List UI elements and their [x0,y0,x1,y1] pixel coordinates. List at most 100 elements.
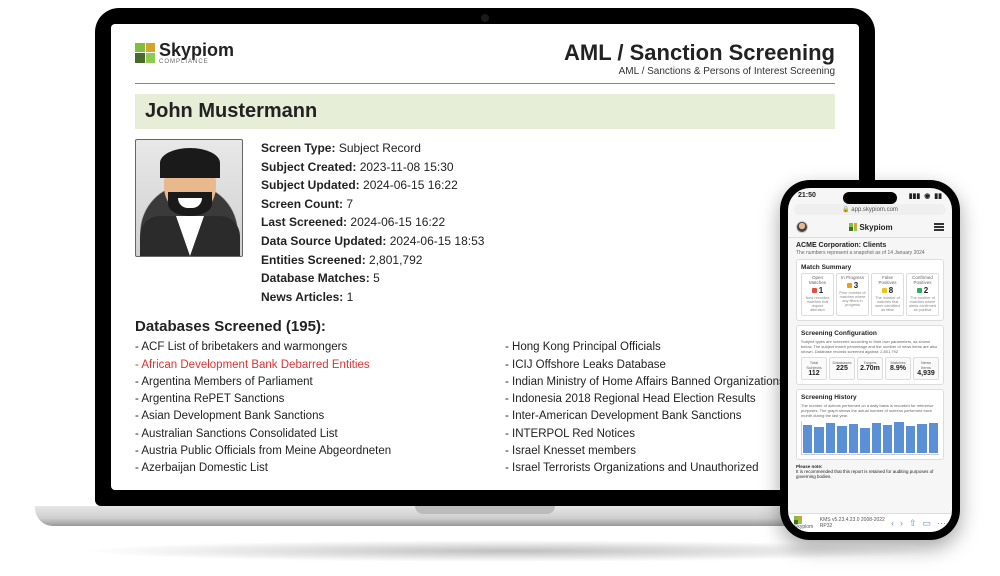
phone-content: ACME Corporation: Clients The numbers re… [788,238,952,483]
share-icon[interactable]: ⇧ [909,518,917,529]
match-desc: Prior number of matches where any filter… [839,291,866,308]
history-bar [860,428,869,453]
meta-value: 2024-06-15 16:22 [363,178,458,192]
meta-value: 2023-11-08 15:30 [360,160,454,174]
page-title: ACME Corporation: Clients [796,242,944,249]
config-stat: Total Subjects112 [801,357,827,380]
footer-meta: KMS v5.23.4.23.0 2008-2022 RP32 [820,517,891,529]
status-dot-icon [882,288,887,293]
meta-value: 5 [373,271,380,285]
meta-value: 1 [347,290,354,304]
match-stat[interactable]: Confirmed Positives2The number of matche… [906,273,939,316]
laptop-camera [481,14,489,22]
status-dot-icon [847,283,852,288]
history-bar [917,424,926,453]
status-dot-icon [917,288,922,293]
browser-nav: ‹ › ⇧ ▭ ⋯ [891,518,946,529]
card-subtitle: Subject types are screened according to … [801,339,939,354]
battery-icon: ▮▮ [934,193,942,200]
history-bar [894,422,903,453]
history-bar [837,426,846,453]
phone-status-icons: ▮▮▮ ◉ ▮▮ [907,192,942,200]
config-value: 112 [804,370,824,377]
card-subtitle: The number of actions performed on a dai… [801,403,939,418]
meta-value: 2024-06-15 18:53 [390,234,485,248]
meta-label: Screen Count: [261,197,343,211]
screening-history-card: Screening History The number of actions … [796,389,944,460]
match-desc: The number of matches that were identifi… [874,296,901,313]
config-stat: Targets2.70m [857,357,883,380]
subject-photo [135,139,243,257]
phone-url-text: app.skypiom.com [851,207,898,213]
user-avatar[interactable] [796,221,808,233]
config-stat: News Items4,939 [913,357,939,380]
database-item: - Asian Development Bank Sanctions [135,408,465,425]
history-bar [826,423,835,453]
match-stat[interactable]: False Positives8The number of matches th… [871,273,904,316]
match-value: 8 [882,286,893,295]
phone-notch [843,192,897,204]
report-header: Skypiom COMPLIANCE AML / Sanction Screen… [135,40,835,84]
database-item: - Austria Public Officials from Meine Ab… [135,443,465,460]
bookmarks-icon[interactable]: ▭ [922,518,931,529]
config-value: 2.70m [860,365,880,372]
meta-value: Subject Record [339,141,421,155]
card-title: Screening Configuration [801,330,939,337]
config-label: News Items [916,360,936,370]
config-label: Total Subjects [804,360,824,370]
match-summary-card: Match Summary Open Matches1New recorded … [796,259,944,321]
meta-label: Entities Screened: [261,253,366,267]
match-stat[interactable]: In Progress3Prior number of matches wher… [836,273,869,316]
subject-details: Screen Type: Subject Record Subject Crea… [135,139,835,306]
match-label: Confirmed Positives [909,276,936,286]
meta-label: Last Screened: [261,215,347,229]
phone-brand-logo[interactable]: Skypiom [849,223,892,232]
back-icon[interactable]: ‹ [891,518,894,529]
brand-name: Skypiom [859,223,892,232]
match-value: 2 [917,286,928,295]
tabs-icon[interactable]: ⋯ [937,518,946,529]
phone-address-bar[interactable]: 🔒 app.skypiom.com [794,204,946,215]
meta-label: Subject Updated: [261,178,360,192]
phone-time: 21:50 [798,192,816,200]
page-subtitle: The numbers represent a snapshot as of 1… [796,250,944,256]
history-bar [872,423,881,453]
config-stat: Databases225 [829,357,855,380]
config-label: Matches [888,360,908,365]
forward-icon[interactable]: › [900,518,903,529]
config-label: Databases [832,360,852,365]
database-item: - Azerbaijan Domestic List [135,460,465,477]
databases-list: - ACF List of bribetakers and warmongers… [135,339,835,477]
phone-app-header: Skypiom [788,219,952,238]
match-desc: New recorded matches that require attent… [804,296,831,313]
database-item: - Australian Sanctions Consolidated List [135,426,465,443]
meta-label: Database Matches: [261,271,370,285]
history-bar [906,426,915,453]
database-item: - ACF List of bribetakers and warmongers [135,339,465,356]
laptop-mockup: Skypiom COMPLIANCE AML / Sanction Screen… [95,8,875,526]
database-item: - Argentina RePET Sanctions [135,391,465,408]
brand-logo-icon [849,223,857,231]
subject-name: John Mustermann [135,94,835,129]
brand-name: Skypiom [159,40,234,61]
history-bar [849,424,858,453]
footer-brand: Skypiom [794,516,820,530]
config-value: 4,939 [916,370,936,377]
meta-label: Screen Type: [261,141,335,155]
phone-mockup: 21:50 ▮▮▮ ◉ ▮▮ 🔒 app.skypiom.com Skypiom… [780,180,960,540]
meta-value: 2024-06-15 16:22 [350,215,445,229]
meta-label: News Articles: [261,290,343,304]
history-bar [929,423,938,453]
config-stat: Matches8.9% [885,357,911,380]
card-title: Screening History [801,394,939,401]
history-bar [883,425,892,453]
match-stat[interactable]: Open Matches1New recorded matches that r… [801,273,834,316]
menu-icon[interactable] [934,223,944,231]
signal-icon: ▮▮▮ [909,193,921,200]
phone-screen: 21:50 ▮▮▮ ◉ ▮▮ 🔒 app.skypiom.com Skypiom… [788,188,952,532]
database-item: - African Development Bank Debarred Enti… [135,357,465,374]
history-bar-chart [801,421,939,455]
meta-value: 2,801,792 [369,253,422,267]
status-dot-icon [812,288,817,293]
config-value: 225 [832,365,852,372]
